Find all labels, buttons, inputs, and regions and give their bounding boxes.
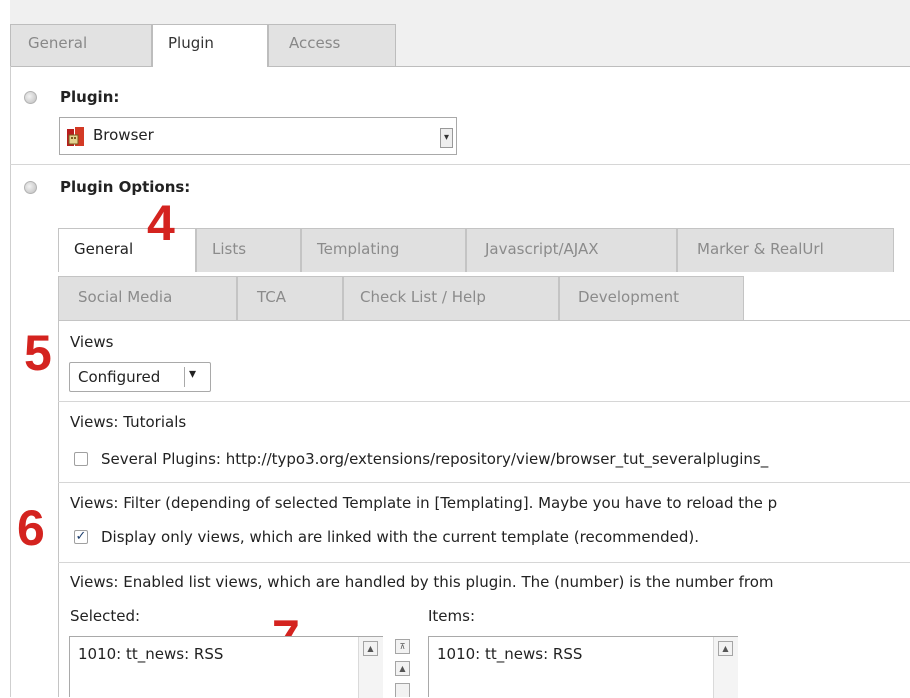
plugin-select-value: Browser [93, 126, 154, 144]
tab-access-label: Access [289, 34, 341, 52]
subtab-development-label: Development [578, 288, 679, 306]
subtab-general[interactable]: General [58, 228, 196, 272]
tab-plugin[interactable]: Plugin [152, 24, 268, 67]
move-to-top-icon: ⊼ [399, 642, 406, 651]
tab-general[interactable]: General [10, 24, 152, 66]
subtab-checklist-help-label: Check List / Help [360, 288, 486, 306]
annotation-6: 6 [17, 500, 45, 556]
plugin-options-title: Plugin Options: [60, 178, 191, 196]
views-label: Views [70, 333, 114, 351]
enabled-views-label: Views: Enabled list views, which are han… [70, 573, 774, 591]
plugin-title: Plugin: [60, 88, 120, 106]
subtab-tca-label: TCA [257, 288, 287, 306]
filter-divider [58, 562, 910, 563]
subtabs-bottom-border [58, 320, 910, 321]
views-select[interactable]: Configured ▾ [69, 362, 211, 392]
help-icon-options[interactable] [24, 181, 37, 194]
move-down-button[interactable] [395, 683, 410, 697]
scroll-up-icon: ▲ [722, 644, 729, 653]
subtab-templating[interactable]: Templating [301, 228, 466, 272]
selected-label: Selected: [70, 607, 141, 625]
scroll-up-button[interactable]: ▲ [718, 641, 733, 656]
subtab-marker-realurl-label: Marker & RealUrl [697, 240, 824, 258]
browser-plugin-icon [66, 126, 86, 148]
selected-views-listbox[interactable]: 1010: tt_news: RSS ▲ [69, 636, 383, 698]
plugin-section-divider [10, 164, 910, 165]
items-label: Items: [428, 607, 476, 625]
views-select-value: Configured [78, 368, 161, 386]
list-item[interactable]: 1010: tt_news: RSS [78, 645, 223, 663]
plugin-select-arrow-button[interactable]: ▾ [440, 128, 453, 148]
plugin-select[interactable]: Browser ▾ [59, 117, 457, 155]
list-item[interactable]: 1010: tt_news: RSS [437, 645, 582, 663]
move-up-icon: ▲ [399, 664, 406, 673]
subtab-javascript-ajax-label: Javascript/AJAX [485, 240, 599, 258]
subtab-marker-realurl[interactable]: Marker & RealUrl [677, 228, 894, 272]
subtab-templating-label: Templating [317, 240, 400, 258]
subtab-general-label: General [74, 240, 134, 258]
display-only-linked-views-checkbox[interactable]: ✓ [74, 530, 88, 544]
tab-plugin-label: Plugin [168, 34, 214, 52]
move-to-top-button[interactable]: ⊼ [395, 639, 410, 654]
panel-left-border [10, 66, 11, 697]
filter-label: Views: Filter (depending of selected Tem… [70, 494, 778, 512]
subtab-lists-label: Lists [212, 240, 247, 258]
inner-panel-left-border [58, 320, 59, 697]
selected-listbox-scrollbar[interactable]: ▲ [358, 637, 383, 698]
check-icon: ✓ [75, 529, 87, 544]
scroll-up-icon: ▲ [367, 644, 374, 653]
available-items-listbox[interactable]: 1010: tt_news: RSS ▲ [428, 636, 738, 698]
tutorials-label: Views: Tutorials [70, 413, 187, 431]
annotation-4: 4 [147, 195, 175, 251]
move-up-button[interactable]: ▲ [395, 661, 410, 676]
subtab-checklist-help[interactable]: Check List / Help [343, 276, 559, 320]
subtab-javascript-ajax[interactable]: Javascript/AJAX [466, 228, 677, 272]
views-divider [58, 401, 910, 402]
several-plugins-label: Several Plugins: http://typo3.org/extens… [101, 450, 769, 468]
subtab-social-media-label: Social Media [78, 288, 173, 306]
annotation-5: 5 [24, 325, 52, 381]
subtab-development[interactable]: Development [559, 276, 744, 320]
tutorials-divider [58, 482, 910, 483]
views-select-separator [184, 367, 185, 387]
subtab-tca[interactable]: TCA [237, 276, 343, 320]
items-listbox-scrollbar[interactable]: ▲ [713, 637, 738, 698]
tab-strip-border-right [268, 66, 910, 67]
scroll-up-button[interactable]: ▲ [363, 641, 378, 656]
subtab-social-media[interactable]: Social Media [58, 276, 237, 320]
help-icon[interactable] [24, 91, 37, 104]
display-only-linked-views-label: Display only views, which are linked wit… [101, 528, 699, 546]
subtab-lists[interactable]: Lists [196, 228, 301, 272]
tab-strip-border [10, 66, 152, 67]
tab-access[interactable]: Access [268, 24, 396, 66]
tab-general-label: General [28, 34, 88, 52]
chevron-down-icon: ▾ [443, 132, 450, 143]
chevron-down-icon: ▾ [189, 366, 197, 382]
several-plugins-checkbox[interactable] [74, 452, 88, 466]
